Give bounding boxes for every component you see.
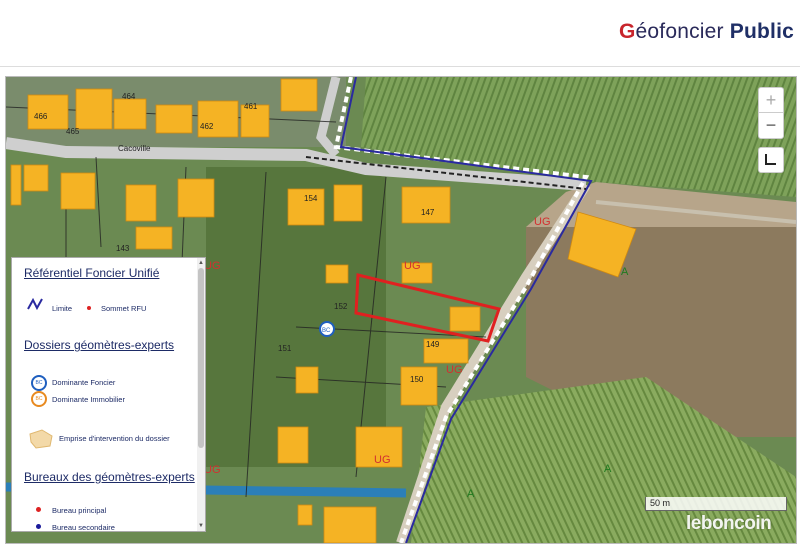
- brand-logo[interactable]: Géofoncier Public: [619, 20, 794, 44]
- svg-text:466: 466: [34, 112, 48, 121]
- legend-bureaux-title: Bureaux des géomètres-experts: [24, 470, 195, 484]
- svg-text:152: 152: [334, 302, 348, 311]
- legend-immobilier-label: Dominante Immobilier: [52, 395, 125, 404]
- svg-text:149: 149: [426, 340, 440, 349]
- zoom-out-button[interactable]: −: [759, 113, 783, 137]
- limit-line-icon: [27, 298, 43, 310]
- svg-text:UG: UG: [204, 464, 221, 476]
- scale-bar: 50 m: [645, 497, 787, 511]
- svg-text:UG: UG: [534, 216, 551, 228]
- leboncoin-watermark: leboncoin: [686, 513, 772, 534]
- legend-rfu-title: Référentiel Foncier Unifié: [24, 266, 160, 280]
- legend-panel[interactable]: Référentiel Foncier Unifié Limite Sommet…: [11, 257, 206, 532]
- scroll-up-icon[interactable]: ▲: [198, 259, 204, 267]
- app-header: Géofoncier Public: [0, 0, 800, 67]
- svg-text:UG: UG: [204, 260, 221, 272]
- svg-text:147: 147: [421, 208, 435, 217]
- svg-text:UG: UG: [404, 260, 421, 272]
- legend-scrollbar[interactable]: ▲ ▼: [197, 258, 205, 531]
- svg-text:A: A: [621, 266, 629, 278]
- svg-text:A: A: [467, 488, 475, 500]
- svg-text:Cacoville: Cacoville: [118, 144, 151, 153]
- corner-icon: [765, 154, 776, 165]
- legend-limit-label: Limite: [52, 304, 73, 313]
- scroll-down-icon[interactable]: ▼: [198, 522, 204, 530]
- emprise-icon: [29, 429, 53, 449]
- svg-text:UG: UG: [446, 364, 463, 376]
- svg-text:BC: BC: [322, 328, 331, 334]
- svg-text:465: 465: [66, 127, 80, 136]
- svg-text:150: 150: [410, 375, 424, 384]
- legend-bureau-secondaire: Bureau secondaire: [52, 523, 115, 532]
- svg-text:464: 464: [122, 92, 136, 101]
- svg-text:151: 151: [278, 344, 292, 353]
- legend-bureau-principal: Bureau principal: [52, 506, 107, 515]
- bureau-principal-icon: [36, 507, 41, 512]
- foncier-badge-icon: BC: [31, 375, 47, 391]
- svg-text:A: A: [604, 463, 612, 475]
- scroll-thumb[interactable]: [198, 268, 204, 448]
- svg-text:UG: UG: [374, 454, 391, 466]
- map-view[interactable]: 466 465 464 462 461 154 147 143 152 149 …: [5, 76, 797, 544]
- bureau-secondaire-icon: [36, 524, 41, 529]
- legend-vertex-label: Sommet RFU: [101, 304, 147, 313]
- svg-text:461: 461: [244, 102, 258, 111]
- layers-button[interactable]: [758, 147, 784, 173]
- svg-text:462: 462: [200, 122, 214, 131]
- zoom-in-button[interactable]: +: [759, 88, 783, 113]
- svg-text:154: 154: [304, 194, 318, 203]
- vertex-dot-icon: [87, 306, 91, 310]
- legend-emprise-label: Emprise d'intervention du dossier: [59, 434, 170, 443]
- zoom-control: + −: [758, 87, 784, 139]
- svg-text:143: 143: [116, 244, 130, 253]
- legend-dossiers-title: Dossiers géomètres-experts: [24, 338, 175, 352]
- immobilier-badge-icon: BC: [31, 391, 47, 407]
- legend-foncier-label: Dominante Foncier: [52, 378, 116, 387]
